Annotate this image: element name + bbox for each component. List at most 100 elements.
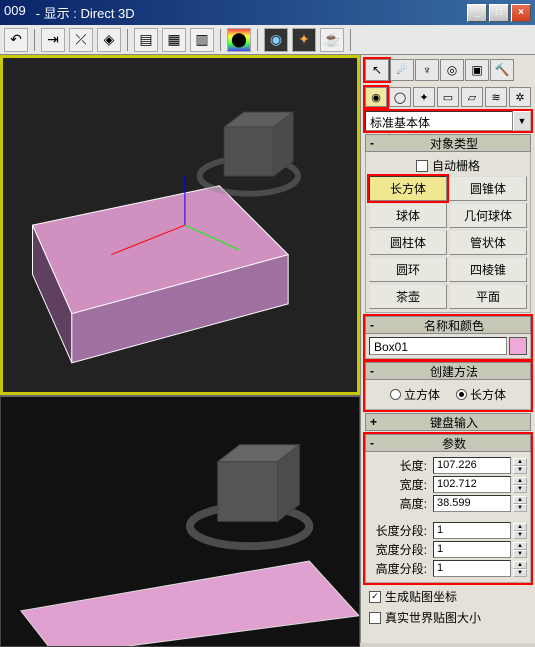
width-input[interactable]: 102.712 xyxy=(433,476,511,493)
autogrid-label: 自动栅格 xyxy=(432,157,480,174)
app-name-fragment: 009 xyxy=(4,3,26,22)
gen-mapping-checkbox[interactable]: ✓ xyxy=(369,591,381,603)
box-button[interactable]: 长方体 xyxy=(369,176,447,201)
tube-button[interactable]: 管状体 xyxy=(449,230,527,255)
cube-radio-label: 立方体 xyxy=(404,386,440,403)
rollout-expand-icon: + xyxy=(370,415,382,429)
length-label: 长度: xyxy=(369,457,431,474)
utilities-tab-icon[interactable]: 🔨 xyxy=(490,59,514,81)
object-name-input[interactable]: Box01 xyxy=(369,337,507,355)
spinner-up-icon[interactable]: ▲ xyxy=(513,561,527,569)
modify-tab-icon[interactable]: ☄ xyxy=(390,59,414,81)
keyboard-entry-rollout: + 键盘输入 xyxy=(365,413,531,431)
display-tab-icon[interactable]: ▣ xyxy=(465,59,489,81)
layers-icon[interactable]: ▤ xyxy=(134,28,158,52)
spinner-down-icon[interactable]: ▼ xyxy=(513,531,527,539)
rollout-collapse-icon: - xyxy=(370,436,382,450)
geometry-icon[interactable]: ◉ xyxy=(365,87,387,107)
spinner-down-icon[interactable]: ▼ xyxy=(513,466,527,474)
name-color-header[interactable]: - 名称和颜色 xyxy=(365,316,531,334)
rollout-collapse-icon: - xyxy=(370,136,382,150)
box-radio-label: 长方体 xyxy=(470,386,506,403)
hsegs-input[interactable]: 1 xyxy=(433,560,511,577)
helpers-icon[interactable]: ▱ xyxy=(461,87,483,107)
close-button[interactable]: × xyxy=(511,4,531,22)
render-icon[interactable]: ✦ xyxy=(292,28,316,52)
cone-button[interactable]: 圆锥体 xyxy=(449,176,527,201)
spinner-up-icon[interactable]: ▲ xyxy=(513,523,527,531)
bind-icon[interactable]: ◈ xyxy=(97,28,121,52)
spinner-up-icon[interactable]: ▲ xyxy=(513,458,527,466)
wsegs-input[interactable]: 1 xyxy=(433,541,511,558)
spinner-down-icon[interactable]: ▼ xyxy=(513,504,527,512)
link-icon[interactable]: ⇥ xyxy=(41,28,65,52)
spinner-down-icon[interactable]: ▼ xyxy=(513,569,527,577)
category-value: 标准基本体 xyxy=(365,111,513,131)
length-input[interactable]: 107.226 xyxy=(433,457,511,474)
render-setup-icon[interactable]: ◉ xyxy=(264,28,288,52)
rollout-collapse-icon: - xyxy=(370,318,382,332)
cylinder-button[interactable]: 圆柱体 xyxy=(369,230,447,255)
spacewarps-icon[interactable]: ≋ xyxy=(485,87,507,107)
main-toolbar: ↶ ⇥ ⤫ ◈ ▤ ▦ ▥ ⬤ ◉ ✦ ☕ xyxy=(0,25,535,55)
object-color-swatch[interactable] xyxy=(509,337,527,355)
autogrid-checkbox[interactable] xyxy=(416,160,428,172)
lsegs-input[interactable]: 1 xyxy=(433,522,511,539)
name-color-rollout: - 名称和颜色 Box01 xyxy=(365,316,531,359)
minimize-button[interactable]: _ xyxy=(467,4,487,22)
spinner-up-icon[interactable]: ▲ xyxy=(513,477,527,485)
keyboard-entry-header[interactable]: + 键盘输入 xyxy=(365,413,531,431)
hsegs-label: 高度分段: xyxy=(369,560,431,577)
rollout-collapse-icon: - xyxy=(370,364,382,378)
maximize-button[interactable]: □ xyxy=(489,4,509,22)
create-subtabs: ◉ ◯ ✦ ▭ ▱ ≋ ✲ xyxy=(363,85,533,109)
material-icon[interactable]: ⬤ xyxy=(227,28,251,52)
object-type-header[interactable]: - 对象类型 xyxy=(365,134,531,152)
object-type-rollout: - 对象类型 自动栅格 长方体 圆锥体 球体 几何球体 圆柱体 管状体 圆环 四… xyxy=(365,134,531,313)
spinner-up-icon[interactable]: ▲ xyxy=(513,542,527,550)
width-label: 宽度: xyxy=(369,476,431,493)
schematic-icon[interactable]: ▦ xyxy=(162,28,186,52)
parameters-rollout: - 参数 长度: 107.226 ▲▼ 宽度: 102.712 ▲▼ 高度: 3… xyxy=(365,434,531,583)
sphere-button[interactable]: 球体 xyxy=(369,203,447,228)
motion-tab-icon[interactable]: ◎ xyxy=(440,59,464,81)
spinner-down-icon[interactable]: ▼ xyxy=(513,485,527,493)
command-panel: ↖ ☄ ♆ ◎ ▣ 🔨 ◉ ◯ ✦ ▭ ▱ ≋ ✲ 标准基本体 ▼ - 对象类型 xyxy=(360,55,535,643)
spinner-up-icon[interactable]: ▲ xyxy=(513,496,527,504)
parameters-header[interactable]: - 参数 xyxy=(365,434,531,452)
box-radio[interactable] xyxy=(456,389,467,400)
realworld-checkbox[interactable] xyxy=(369,612,381,624)
spinner-down-icon[interactable]: ▼ xyxy=(513,550,527,558)
geosphere-button[interactable]: 几何球体 xyxy=(449,203,527,228)
command-panel-tabs: ↖ ☄ ♆ ◎ ▣ 🔨 xyxy=(363,57,533,83)
secondary-viewport[interactable] xyxy=(0,395,360,647)
creation-method-header[interactable]: - 创建方法 xyxy=(365,362,531,380)
undo-icon[interactable]: ↶ xyxy=(4,28,28,52)
create-tab-icon[interactable]: ↖ xyxy=(365,59,389,81)
curve-editor-icon[interactable]: ▥ xyxy=(190,28,214,52)
pyramid-button[interactable]: 四棱锥 xyxy=(449,257,527,282)
systems-icon[interactable]: ✲ xyxy=(509,87,531,107)
cameras-icon[interactable]: ▭ xyxy=(437,87,459,107)
realworld-label: 真实世界贴图大小 xyxy=(385,609,481,626)
torus-button[interactable]: 圆环 xyxy=(369,257,447,282)
teapot-button[interactable]: 茶壶 xyxy=(369,284,447,309)
hierarchy-tab-icon[interactable]: ♆ xyxy=(415,59,439,81)
cube-radio[interactable] xyxy=(390,389,401,400)
dropdown-arrow-icon[interactable]: ▼ xyxy=(513,111,531,131)
height-input[interactable]: 38.599 xyxy=(433,495,511,512)
wsegs-label: 宽度分段: xyxy=(369,541,431,558)
height-label: 高度: xyxy=(369,495,431,512)
category-dropdown[interactable]: 标准基本体 ▼ xyxy=(365,111,531,131)
unlink-icon[interactable]: ⤫ xyxy=(69,28,93,52)
lights-icon[interactable]: ✦ xyxy=(413,87,435,107)
lsegs-label: 长度分段: xyxy=(369,522,431,539)
viewport-area xyxy=(0,55,360,643)
titlebar: 009 - 显示 : Direct 3D _ □ × xyxy=(0,0,535,25)
creation-method-rollout: - 创建方法 立方体 长方体 xyxy=(365,362,531,410)
gen-mapping-label: 生成贴图坐标 xyxy=(385,588,457,605)
shapes-icon[interactable]: ◯ xyxy=(389,87,411,107)
plane-button[interactable]: 平面 xyxy=(449,284,527,309)
perspective-viewport[interactable] xyxy=(0,55,360,395)
quick-render-icon[interactable]: ☕ xyxy=(320,28,344,52)
